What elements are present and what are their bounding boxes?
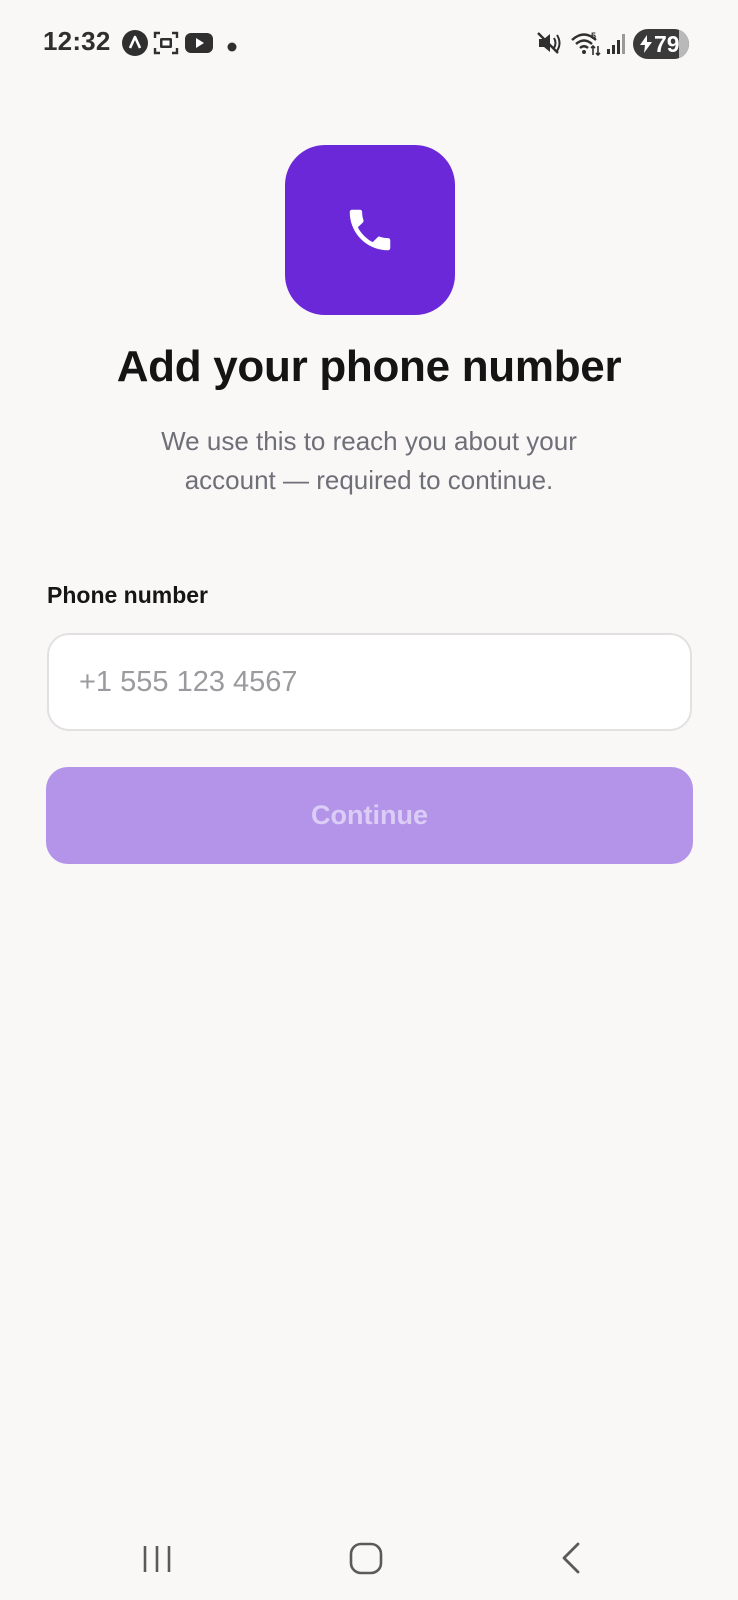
navigation-bar bbox=[0, 1520, 738, 1600]
recent-apps-icon[interactable] bbox=[142, 1538, 172, 1583]
status-bar: 12:32 5 79 bbox=[0, 0, 738, 88]
app-icon bbox=[285, 145, 455, 315]
charging-bolt-icon bbox=[639, 35, 653, 58]
continue-button[interactable]: Continue bbox=[46, 767, 693, 864]
page-subtitle: We use this to reach you about your acco… bbox=[161, 426, 577, 495]
page-title: Add your phone number bbox=[116, 342, 622, 391]
youtube-icon bbox=[184, 30, 214, 61]
battery-charging-icon: 79 bbox=[633, 29, 689, 59]
phone-icon bbox=[349, 209, 391, 251]
svg-text:5: 5 bbox=[591, 31, 596, 41]
wifi-5g-icon: 5 bbox=[570, 30, 602, 63]
battery-level: 79 bbox=[654, 31, 680, 57]
signal-icon bbox=[606, 30, 626, 61]
mute-icon bbox=[536, 30, 562, 61]
accessibility-a-icon bbox=[122, 30, 148, 61]
home-icon[interactable] bbox=[347, 1538, 387, 1583]
notification-dot-icon bbox=[227, 39, 237, 57]
phone-number-input[interactable] bbox=[47, 633, 692, 731]
screenshot-icon bbox=[153, 30, 179, 61]
back-icon[interactable] bbox=[556, 1538, 586, 1583]
status-time: 12:32 bbox=[43, 26, 111, 56]
phone-field-label: Phone number bbox=[47, 582, 209, 608]
